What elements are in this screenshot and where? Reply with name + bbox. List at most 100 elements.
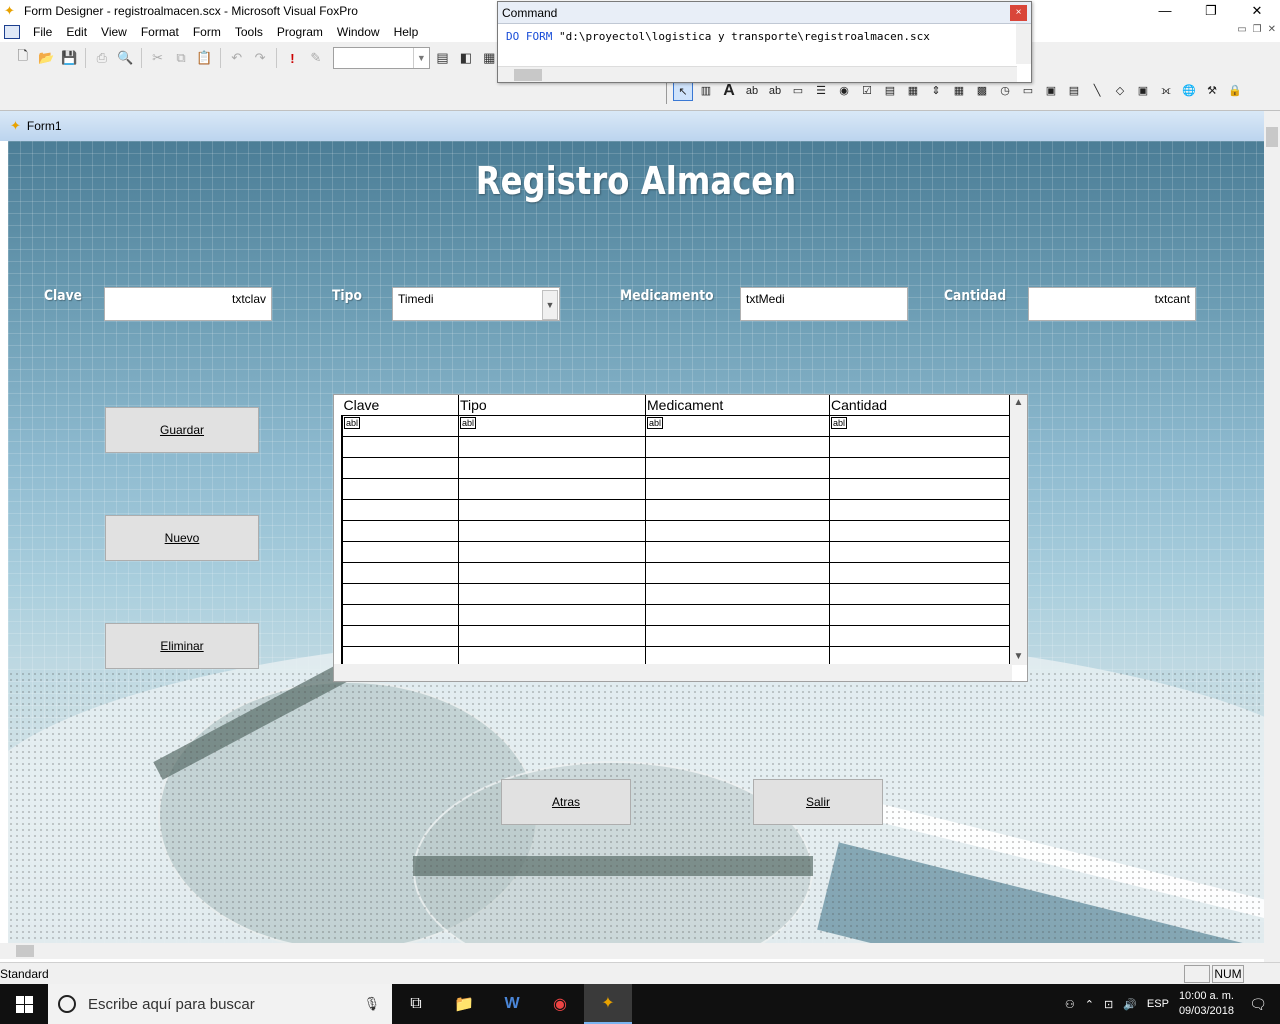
close-button[interactable]: ✕ (1234, 0, 1280, 22)
grid-cell[interactable] (645, 540, 830, 563)
label-tool-icon[interactable]: A (719, 81, 739, 101)
grid-cell[interactable] (829, 477, 1010, 500)
start-button[interactable] (0, 984, 48, 1024)
grid-cell[interactable] (829, 561, 1010, 584)
grid-cell[interactable] (342, 498, 459, 521)
tipo-label[interactable]: Tipo (332, 288, 362, 304)
microphone-icon[interactable]: 🎙 (363, 996, 380, 1012)
notifications-icon[interactable]: 🗨 (1244, 996, 1272, 1013)
menu-file[interactable]: File (26, 22, 59, 42)
button-lock-icon[interactable]: 🔒 (1225, 81, 1245, 101)
form-vertical-scroll-thumb[interactable] (1266, 127, 1278, 147)
shape-tool-icon[interactable]: ◇ (1110, 81, 1130, 101)
command-button-tool-icon[interactable]: ▭ (788, 81, 808, 101)
line-tool-icon[interactable]: ╲ (1087, 81, 1107, 101)
grid-cell[interactable] (342, 561, 459, 584)
paste-icon[interactable]: 📋 (194, 47, 215, 69)
guardar-button[interactable]: Guardar (105, 407, 259, 453)
redo-icon[interactable]: ↷ (249, 47, 270, 69)
modify-form-icon[interactable]: ✎ (305, 47, 326, 69)
grid-cell[interactable] (458, 603, 646, 626)
medicamento-textbox[interactable]: txtMedi (740, 287, 908, 321)
grid-cell[interactable] (829, 603, 1010, 626)
cut-icon[interactable]: ✂ (147, 47, 168, 69)
network-icon[interactable]: ⊡ (1104, 998, 1113, 1011)
grid-tool-icon[interactable]: ▦ (949, 81, 969, 101)
form-vertical-scrollbar[interactable] (1264, 111, 1280, 963)
ole-bound-tool-icon[interactable]: ▤ (1064, 81, 1084, 101)
pageframe-tool-icon[interactable]: ▭ (1018, 81, 1038, 101)
command-window-close-button[interactable]: × (1010, 5, 1027, 21)
copy-icon[interactable]: ⧉ (170, 47, 191, 69)
menu-tools[interactable]: Tools (228, 22, 270, 42)
grid-cell[interactable] (645, 477, 830, 500)
run-icon[interactable]: ! (282, 47, 303, 69)
command-line[interactable]: DO FORM "d:\proyectol\logistica y transp… (498, 24, 1018, 49)
grid-cell[interactable] (458, 582, 646, 605)
grid-header-medicament[interactable]: Medicament (645, 395, 830, 415)
grid-vertical-scrollbar[interactable]: ▲ ▼ (1010, 395, 1027, 665)
menu-program[interactable]: Program (270, 22, 330, 42)
checkbox-tool-icon[interactable]: ☑ (857, 81, 877, 101)
print-preview-icon[interactable]: 🔍 (115, 47, 136, 69)
menu-edit[interactable]: Edit (59, 22, 94, 42)
chevron-up-icon[interactable]: ⌃ (1085, 998, 1094, 1011)
grid-header-clave[interactable]: Clave (342, 395, 459, 415)
grid-cell[interactable] (829, 582, 1010, 605)
clave-textbox[interactable]: txtclav (104, 287, 272, 321)
mdi-restore-icon[interactable]: ❐ (1253, 24, 1262, 35)
grid-cell[interactable]: abl (342, 414, 459, 437)
select-objects-icon[interactable]: ↖ (673, 81, 693, 101)
grid-cell[interactable] (829, 456, 1010, 479)
salir-button[interactable]: Salir (753, 779, 883, 825)
spinner-tool-icon[interactable]: ⇕ (926, 81, 946, 101)
print-icon[interactable]: ⎙ (91, 47, 112, 69)
menu-form[interactable]: Form (186, 22, 228, 42)
maximize-button[interactable]: ❐ (1188, 0, 1234, 22)
grid-cell[interactable] (829, 519, 1010, 542)
hyperlink-tool-icon[interactable]: 🌐 (1179, 81, 1199, 101)
foxpro-taskbar-icon[interactable]: ✦ (584, 984, 632, 1024)
clock[interactable]: 10:00 a. m. 09/03/2018 (1179, 989, 1234, 1019)
grid-cell[interactable]: abl (829, 414, 1010, 437)
combobox-tool-icon[interactable]: ▤ (880, 81, 900, 101)
word-icon[interactable]: W (488, 984, 536, 1024)
command-horizontal-scrollbar[interactable] (498, 66, 1017, 82)
data-session-icon[interactable]: ◧ (455, 47, 476, 69)
ole-container-tool-icon[interactable]: ▣ (1041, 81, 1061, 101)
grid-cell[interactable] (342, 582, 459, 605)
grid-cell[interactable] (458, 624, 646, 647)
menu-help[interactable]: Help (387, 22, 426, 42)
volume-icon[interactable]: 🔊 (1123, 998, 1137, 1011)
grid-cell[interactable] (645, 435, 830, 458)
separator-tool-icon[interactable]: ⟗ (1156, 81, 1176, 101)
minimize-button[interactable]: — (1142, 0, 1188, 22)
cantidad-textbox[interactable]: txtcant (1028, 287, 1196, 321)
chevron-down-icon[interactable]: ▼ (542, 290, 558, 320)
grid-cell[interactable] (458, 456, 646, 479)
grid-cell[interactable]: abl (458, 414, 646, 437)
grid-cell[interactable] (458, 435, 646, 458)
form-canvas[interactable]: Registro Almacen Clave txtclav Tipo Time… (8, 141, 1264, 943)
grid-cell[interactable] (645, 519, 830, 542)
undo-icon[interactable]: ↶ (226, 47, 247, 69)
chrome-icon[interactable]: ◉ (536, 984, 584, 1024)
chevron-down-icon[interactable]: ▼ (1010, 649, 1027, 665)
form-horizontal-scroll-thumb[interactable] (16, 945, 34, 957)
nuevo-button[interactable]: Nuevo (105, 515, 259, 561)
grid-cell[interactable] (645, 603, 830, 626)
grid-cell[interactable] (829, 540, 1010, 563)
option-group-tool-icon[interactable]: ☰ (811, 81, 831, 101)
eliminar-button[interactable]: Eliminar (105, 623, 259, 669)
timer-tool-icon[interactable]: ◷ (995, 81, 1015, 101)
grid-cell[interactable] (342, 519, 459, 542)
form-horizontal-scrollbar[interactable] (0, 943, 1264, 959)
atras-button[interactable]: Atras (501, 779, 631, 825)
mdi-close-icon[interactable]: ✕ (1268, 24, 1276, 35)
grid-cell[interactable] (342, 624, 459, 647)
command-window-icon[interactable]: ▤ (432, 47, 453, 69)
grid-cell[interactable] (829, 624, 1010, 647)
open-folder-icon[interactable]: 📂 (35, 47, 56, 69)
grid-cell[interactable] (342, 540, 459, 563)
grid-cell[interactable] (458, 519, 646, 542)
